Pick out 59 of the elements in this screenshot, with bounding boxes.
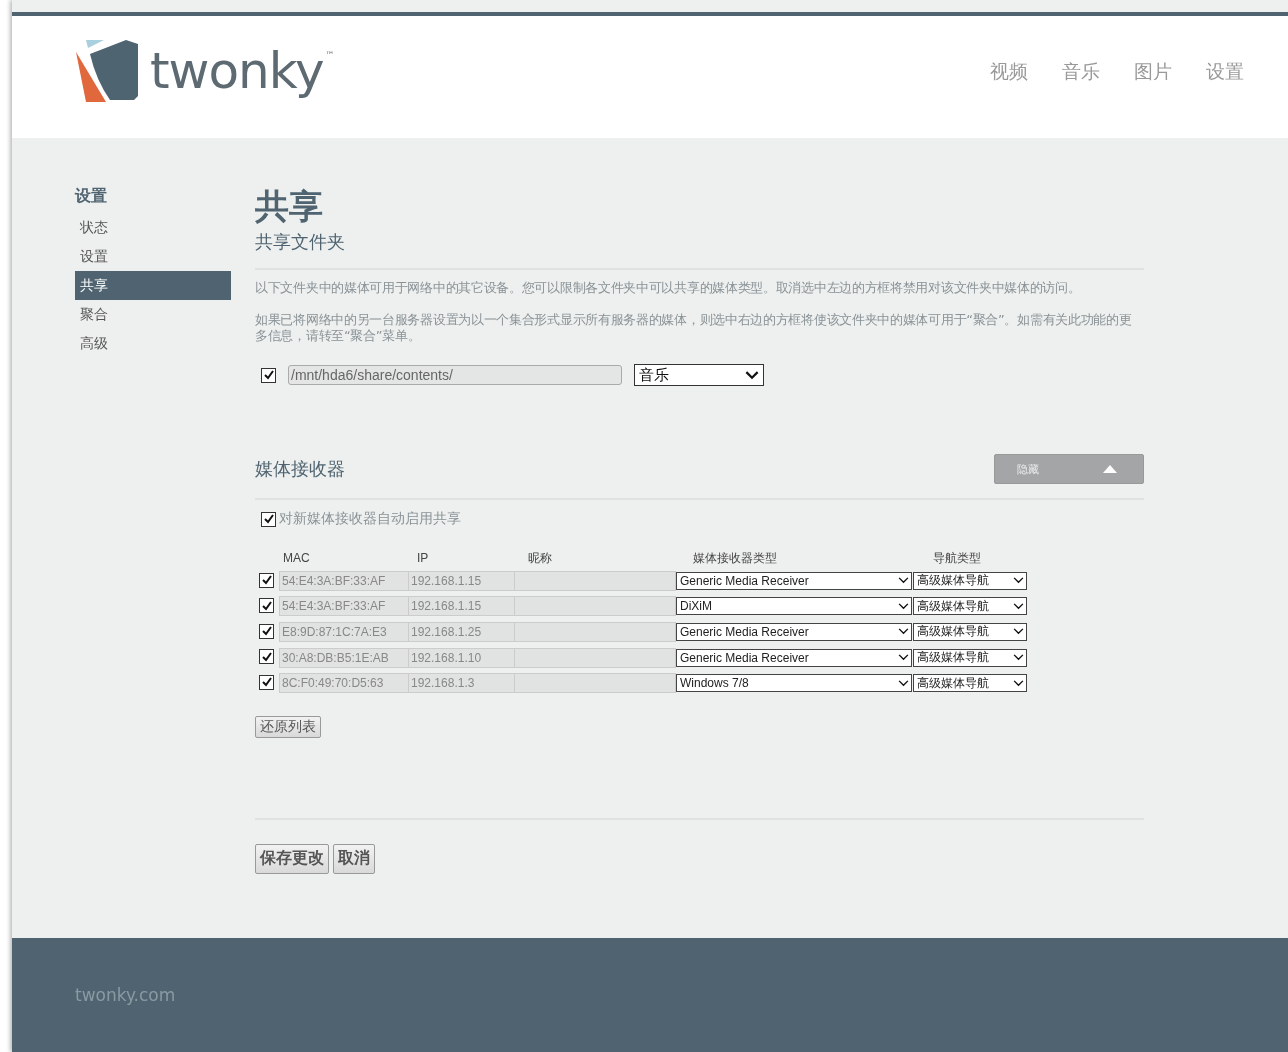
- checkbox-label: 对新媒体接收器自动启用共享: [279, 510, 461, 528]
- description-text: 以下文件夹中的媒体可用于网络中的其它设备。您可以限制各文件夹中可以共享的媒体类型。取消选中左边的方框将禁用对该文件夹中媒体的访问。: [255, 280, 1082, 296]
- caret-icon: [1013, 679, 1024, 687]
- nickname-field[interactable]: [514, 647, 676, 668]
- column-header: 媒体接收器类型: [692, 549, 778, 567]
- save-button[interactable]: 保存更改: [255, 843, 329, 874]
- logo-text: twonky: [150, 41, 324, 102]
- section-title: 媒体接收器: [255, 457, 345, 481]
- sidebar-title: 设置: [75, 186, 108, 207]
- navigation-type-select[interactable]: 高级媒体导航: [913, 571, 1027, 590]
- caret-icon: [898, 654, 909, 662]
- nickname-field[interactable]: [514, 596, 676, 617]
- folder-checkbox[interactable]: [261, 367, 276, 383]
- receiver-type-select[interactable]: Generic Media Receiver: [676, 623, 912, 641]
- auto-share-checkbox[interactable]: [261, 511, 276, 527]
- nickname-field[interactable]: [514, 570, 676, 591]
- sidebar-item[interactable]: 聚合: [75, 300, 231, 329]
- triangle-up-icon: [1103, 465, 1117, 473]
- caret-icon: [898, 577, 909, 585]
- column-header: 昵称: [527, 549, 553, 567]
- cancel-button[interactable]: 取消: [333, 843, 375, 874]
- sidebar-item[interactable]: 状态: [75, 213, 231, 242]
- row-checkbox[interactable]: [259, 674, 274, 690]
- column-header: 导航类型: [932, 549, 982, 567]
- receiver-type-select[interactable]: DiXiM: [676, 597, 912, 616]
- description-text: 如果已将网络中的另一台服务器设置为以一个集合形式显示所有服务器的媒体，则选中右边的方框将使该文件夹中的媒体可用于“聚合”。如需有关此功能的更多信息，请转至“聚合”菜单。: [255, 312, 1133, 344]
- sidebar-item[interactable]: 设置: [75, 242, 231, 271]
- caret-icon: [1013, 577, 1024, 585]
- column-header: IP: [416, 551, 430, 565]
- section-subtitle: 共享文件夹: [255, 230, 346, 254]
- reset-list-button[interactable]: 还原列表: [255, 715, 321, 738]
- row-checkbox[interactable]: [259, 649, 274, 665]
- row-checkbox[interactable]: [259, 598, 274, 614]
- column-header: MAC: [282, 551, 311, 565]
- caret-icon: [1013, 628, 1024, 636]
- navigation-type-select[interactable]: 高级媒体导航: [913, 648, 1027, 667]
- caret-icon: [898, 628, 909, 636]
- navigation-type-select[interactable]: 高级媒体导航: [913, 623, 1027, 641]
- sidebar-item[interactable]: 高级: [75, 329, 231, 358]
- navigation-type-select[interactable]: 高级媒体导航: [913, 674, 1027, 693]
- row-checkbox[interactable]: [259, 572, 274, 588]
- nickname-field[interactable]: [514, 622, 676, 642]
- caret-icon: [898, 679, 909, 687]
- folder-path-field[interactable]: /mnt/hda6/share/contents/: [288, 365, 622, 385]
- trademark-mark: ™: [325, 50, 335, 60]
- receiver-type-select[interactable]: Generic Media Receiver: [676, 571, 912, 590]
- receiver-type-select[interactable]: Generic Media Receiver: [676, 648, 912, 667]
- caret-icon: [1013, 602, 1024, 610]
- receiver-type-select[interactable]: Windows 7/8: [676, 674, 912, 693]
- logo-icon: [76, 40, 140, 102]
- caret-icon: [1013, 654, 1024, 662]
- nickname-field[interactable]: [514, 673, 676, 694]
- caret-icon: [745, 370, 759, 380]
- row-checkbox[interactable]: [259, 623, 274, 639]
- navigation-type-select[interactable]: 高级媒体导航: [913, 597, 1027, 616]
- sidebar-item[interactable]: 共享: [75, 271, 231, 300]
- caret-icon: [898, 602, 909, 610]
- media-type-select[interactable]: 音乐: [634, 364, 764, 386]
- page-title: 共享: [255, 186, 324, 226]
